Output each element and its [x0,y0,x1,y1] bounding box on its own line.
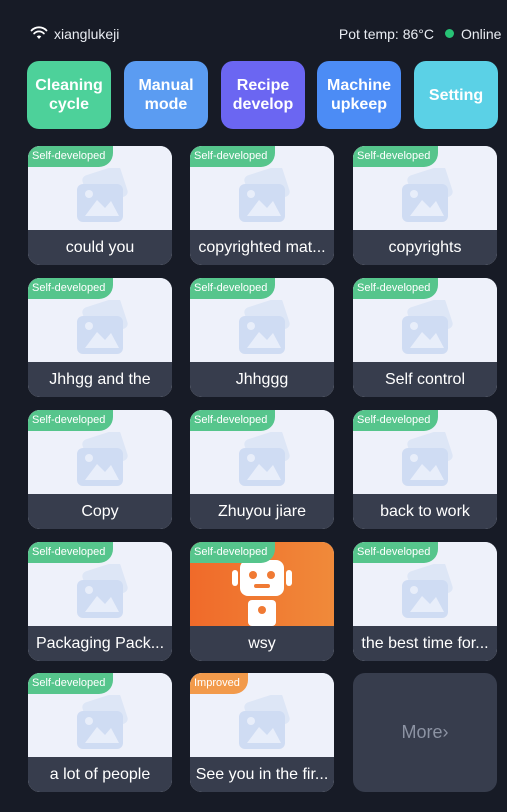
recipe-badge: Self-developed [28,146,114,167]
status-bar: xianglukeji Pot temp: 86°C Online [0,0,507,68]
image-placeholder-icon [77,168,128,222]
connection-status: Online [461,26,502,42]
recipe-badge: Improved [190,673,248,694]
recipe-card[interactable]: Self-developed could you [28,146,172,265]
recipe-badge: Self-developed [353,410,439,431]
image-placeholder-icon [77,300,128,354]
recipe-card[interactable]: Improved See you in the fir... [190,673,334,792]
image-placeholder-icon [239,168,290,222]
image-placeholder-icon [77,564,128,618]
cleaning-cycle-button[interactable]: Cleaning cycle [27,61,111,129]
recipe-badge: Self-developed [353,542,439,563]
recipe-badge: Self-developed [190,542,276,563]
wifi-icon [30,26,48,39]
pot-temp: Pot temp: 86°C [338,26,434,42]
image-placeholder-icon [402,300,453,354]
manual-mode-button[interactable]: Manual mode [124,61,208,129]
setting-button[interactable]: Setting [414,61,498,129]
recipe-title: See you in the fir... [190,757,334,792]
recipe-card[interactable]: Self-developed copyrighted mat... [190,146,334,265]
recipe-title: Zhuyou jiare [190,494,334,529]
recipe-badge: Self-developed [190,146,276,167]
wifi-name: xianglukeji [54,26,120,42]
recipe-develop-button[interactable]: Recipe develop [221,61,305,129]
image-placeholder-icon [402,564,453,618]
recipe-title: the best time for... [353,626,497,661]
image-placeholder-icon [402,432,453,486]
recipe-badge: Self-developed [190,410,276,431]
image-placeholder-icon [239,432,290,486]
recipe-card[interactable]: Self-developed back to work [353,410,497,529]
recipe-title: copyrights [353,230,497,265]
recipe-title: Self control [353,362,497,397]
recipe-badge: Self-developed [28,673,114,694]
recipe-title: wsy [190,626,334,661]
recipe-badge: Self-developed [353,146,439,167]
more-button[interactable]: More› [353,673,497,792]
recipe-title: Jhhgg and the [28,362,172,397]
recipe-card[interactable]: Self-developed wsy [190,542,334,661]
recipe-title: back to work [353,494,497,529]
recipe-card[interactable]: Self-developed the best time for... [353,542,497,661]
recipe-title: a lot of people [28,757,172,792]
image-placeholder-icon [239,300,290,354]
image-placeholder-icon [239,695,290,749]
recipe-badge: Self-developed [190,278,276,299]
recipe-card[interactable]: Self-developed Jhhggg [190,278,334,397]
recipe-badge: Self-developed [353,278,439,299]
recipe-card[interactable]: Self-developed Jhhgg and the [28,278,172,397]
recipe-badge: Self-developed [28,410,114,431]
recipe-card[interactable]: Self-developed Packaging Pack... [28,542,172,661]
recipe-card[interactable]: Self-developed Self control [353,278,497,397]
recipe-badge: Self-developed [28,542,114,563]
recipe-title: Packaging Pack... [28,626,172,661]
recipe-card[interactable]: Self-developed Zhuyou jiare [190,410,334,529]
recipe-card[interactable]: Self-developed a lot of people [28,673,172,792]
image-placeholder-icon [77,432,128,486]
recipe-title: copyrighted mat... [190,230,334,265]
image-placeholder-icon [77,695,128,749]
online-indicator [445,29,454,38]
machine-upkeep-button[interactable]: Machine upkeep [317,61,401,129]
recipe-badge: Self-developed [28,278,114,299]
recipe-title: Copy [28,494,172,529]
recipe-card[interactable]: Self-developed copyrights [353,146,497,265]
recipe-card[interactable]: Self-developed Copy [28,410,172,529]
recipe-title: could you [28,230,172,265]
image-placeholder-icon [402,168,453,222]
recipe-title: Jhhggg [190,362,334,397]
